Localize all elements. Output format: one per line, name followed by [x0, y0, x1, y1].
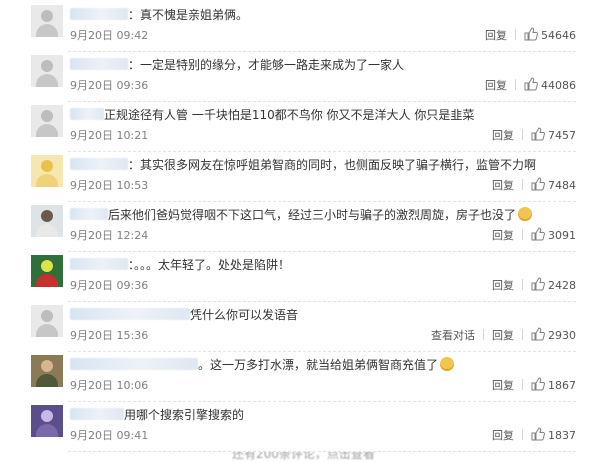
comment-time: 9月20日 09:36 [70, 279, 149, 292]
thumbs-up-icon[interactable] [524, 77, 538, 91]
comment-item: 。这一万多打水漂，就当给姐弟俩智商充值了 9月20日 10:06 回复 1867 [0, 350, 594, 402]
avatar[interactable] [31, 305, 63, 337]
comment-time: 9月20日 10:21 [70, 129, 149, 142]
comment-time: 9月20日 10:06 [70, 379, 149, 392]
comment-time: 9月20日 09:36 [70, 79, 149, 92]
reply-button[interactable]: 回复 [492, 328, 514, 344]
comment-time: 9月20日 09:42 [70, 29, 149, 42]
comment-text: ：真不愧是亲姐弟俩。 [128, 8, 249, 22]
reply-button[interactable]: 回复 [492, 178, 514, 194]
comment-time: 9月20日 15:36 [70, 329, 149, 342]
like-count[interactable]: 7484 [548, 178, 576, 194]
avatar[interactable] [31, 105, 63, 137]
thumbs-up-icon[interactable] [531, 427, 545, 441]
username-blurred[interactable] [70, 208, 108, 220]
avatar[interactable] [31, 355, 63, 387]
username-blurred[interactable] [70, 258, 128, 270]
thumbs-up-icon[interactable] [531, 377, 545, 391]
reply-button[interactable]: 回复 [492, 128, 514, 144]
username-blurred[interactable] [70, 8, 128, 20]
comment-text: ：一定是特别的缘分，才能够一路走来成为了一家人 [128, 58, 405, 72]
comment-actions: 回复 7484 [492, 177, 576, 193]
comment-actions: 回复 1867 [492, 377, 576, 393]
view-conversation-button[interactable]: 查看对话 [431, 328, 475, 344]
comment-text: 后来他们爸妈觉得咽不下这口气，经过三小时与骗子的激烈周旋，房子也没了 [108, 208, 517, 222]
face-emoji [440, 357, 455, 371]
username-blurred[interactable] [70, 58, 128, 70]
comment-item: ：真不愧是亲姐弟俩。 9月20日 09:42 回复 54646 [0, 0, 594, 52]
comment-actions: 回复 3091 [492, 227, 576, 243]
like-count[interactable]: 2930 [548, 328, 576, 344]
like-count[interactable]: 1837 [548, 428, 576, 444]
thumbs-up-icon[interactable] [524, 27, 538, 41]
comment-item: 正规途径有人管 一千块怕是110都不鸟你 你又不是洋大人 你只是韭菜 9月20日… [0, 100, 594, 152]
comment-item: ：其实很多网友在惊呼姐弟智商的同时，也侧面反映了骗子横行，监管不力啊 9月20日… [0, 150, 594, 202]
comment-time: 9月20日 12:24 [70, 229, 149, 242]
reply-button[interactable]: 回复 [485, 28, 507, 44]
reply-button[interactable]: 回复 [492, 228, 514, 244]
comment-text: ：。。。太年轻了。处处是陷阱！ [128, 258, 291, 272]
comment-actions: 回复 54646 [485, 27, 576, 43]
thumbs-up-icon[interactable] [531, 177, 545, 191]
comment-actions: 回复 1837 [492, 427, 576, 443]
username-blurred[interactable] [70, 108, 104, 120]
more-comments-text[interactable]: 还有200条评论，点击查看 [232, 452, 375, 462]
thumbs-up-icon[interactable] [531, 277, 545, 291]
reply-button[interactable]: 回复 [492, 428, 514, 444]
like-count[interactable]: 7457 [548, 128, 576, 144]
like-count[interactable]: 54646 [541, 28, 576, 44]
avatar[interactable] [31, 205, 63, 237]
avatar[interactable] [31, 5, 63, 37]
comment-actions: 回复 2428 [492, 277, 576, 293]
comment-item: 后来他们爸妈觉得咽不下这口气，经过三小时与骗子的激烈周旋，房子也没了 9月20日… [0, 200, 594, 252]
comment-item: ：一定是特别的缘分，才能够一路走来成为了一家人 9月20日 09:36 回复 44… [0, 50, 594, 102]
username-blurred[interactable] [70, 408, 124, 420]
reply-button[interactable]: 回复 [492, 278, 514, 294]
thumbs-up-icon[interactable] [531, 227, 545, 241]
face-emoji [518, 207, 533, 221]
avatar[interactable] [31, 155, 63, 187]
avatar[interactable] [31, 405, 63, 437]
thumbs-up-icon[interactable] [531, 327, 545, 341]
avatar[interactable] [31, 55, 63, 87]
like-count[interactable]: 44086 [541, 78, 576, 94]
username-blurred[interactable] [70, 158, 128, 170]
comment-actions: 回复 44086 [485, 77, 576, 93]
comment-item: ：。。。太年轻了。处处是陷阱！ 9月20日 09:36 回复 2428 [0, 250, 594, 302]
comment-text: 正规途径有人管 一千块怕是110都不鸟你 你又不是洋大人 你只是韭菜 [104, 108, 475, 122]
more-comments-link[interactable]: 还有200条评论，点击查看 [0, 452, 594, 462]
comment-text: ：其实很多网友在惊呼姐弟智商的同时，也侧面反映了骗子横行，监管不力啊 [128, 158, 537, 172]
comment-item: 凭什么你可以发语音 9月20日 15:36 查看对话 回复 2930 [0, 300, 594, 352]
like-count[interactable]: 2428 [548, 278, 576, 294]
comment-time: 9月20日 10:53 [70, 179, 149, 192]
reply-button[interactable]: 回复 [485, 78, 507, 94]
thumbs-up-icon[interactable] [531, 127, 545, 141]
comment-time: 9月20日 09:41 [70, 429, 149, 442]
comment-text: 。这一万多打水漂，就当给姐弟俩智商充值了 [198, 358, 439, 372]
avatar[interactable] [31, 255, 63, 287]
comment-text: 用哪个搜索引擎搜索的 [124, 408, 245, 422]
like-count[interactable]: 1867 [548, 378, 576, 394]
comment-text: 凭什么你可以发语音 [190, 308, 299, 322]
reply-button[interactable]: 回复 [492, 378, 514, 394]
like-count[interactable]: 3091 [548, 228, 576, 244]
username-blurred[interactable] [70, 308, 190, 320]
comment-actions: 回复 7457 [492, 127, 576, 143]
comment-actions: 查看对话 回复 2930 [431, 327, 576, 343]
username-blurred[interactable] [70, 358, 198, 370]
comment-item: 用哪个搜索引擎搜索的 9月20日 09:41 回复 1837 [0, 400, 594, 452]
